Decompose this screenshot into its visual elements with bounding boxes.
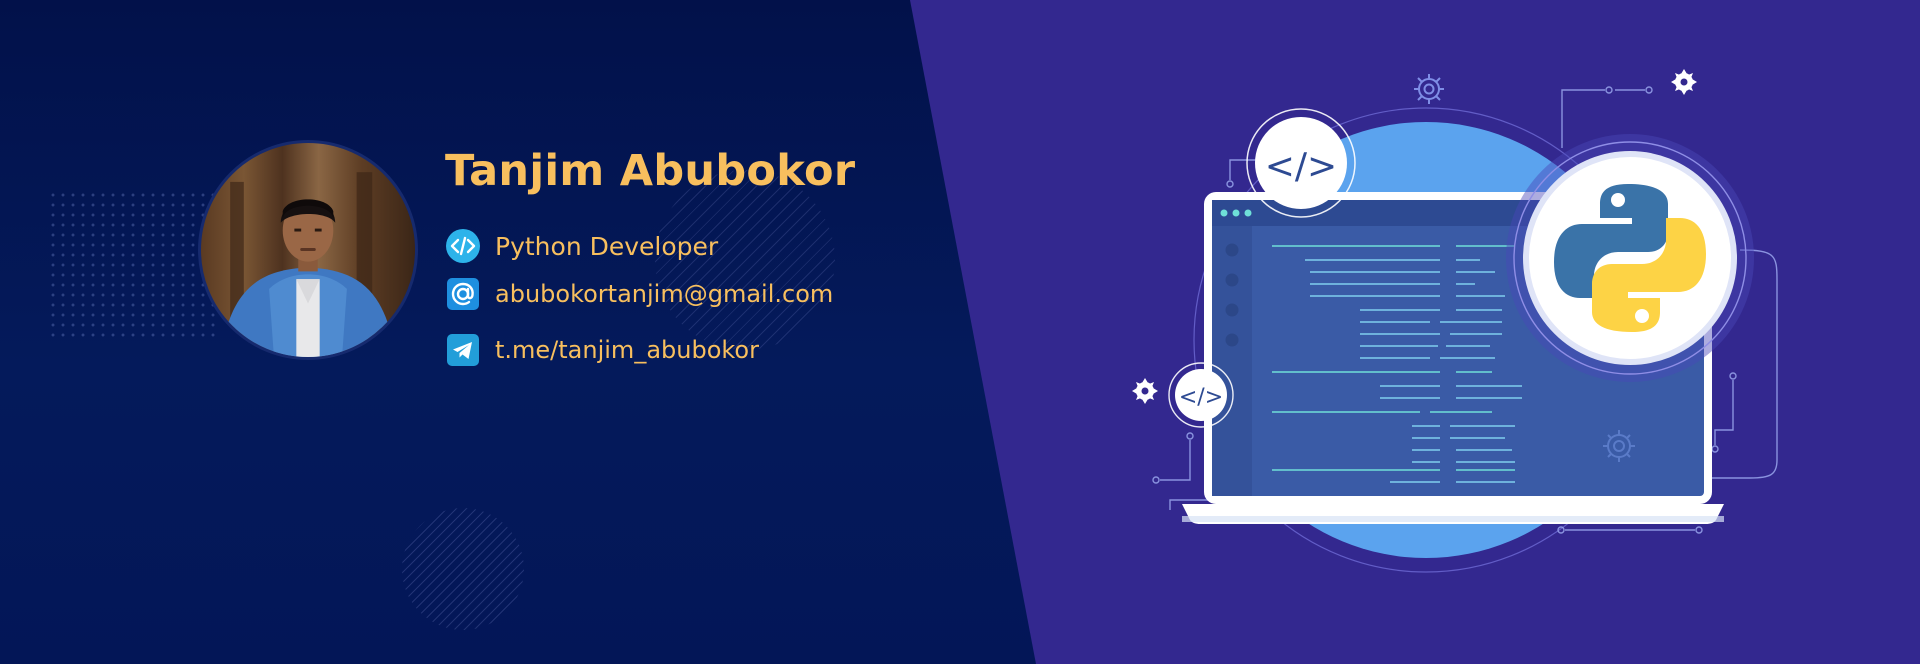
profile-name: Tanjim Abubokor [445,146,856,196]
role-text: Python Developer [495,231,719,261]
editor-sidebar [1212,226,1252,496]
code-tag-text-small: </> [1179,385,1223,410]
role-row: Python Developer [445,228,718,264]
code-icon [445,228,481,264]
code-tag-text-large: </> [1265,146,1337,187]
avatar [198,140,418,360]
telegram-link[interactable]: t.me/tanjim_abubokor [495,336,759,364]
profile-banner: Tanjim Abubokor Python Developer abuboko… [0,0,1920,664]
person-photo-icon [220,172,396,357]
gear-outline-icon [1414,74,1444,104]
gear-icon-left [1132,378,1158,404]
telegram-row[interactable]: t.me/tanjim_abubokor [445,332,759,368]
gear-icon [1671,69,1697,95]
python-laptop-illustration: </> </> [1132,69,1778,573]
email-link[interactable]: abubokortanjim@gmail.com [495,280,833,308]
email-row[interactable]: abubokortanjim@gmail.com [445,276,833,312]
hatch-pattern-bottom [402,508,524,630]
at-sign-icon [445,276,481,312]
dot-pattern [48,190,218,340]
telegram-icon [445,332,481,368]
